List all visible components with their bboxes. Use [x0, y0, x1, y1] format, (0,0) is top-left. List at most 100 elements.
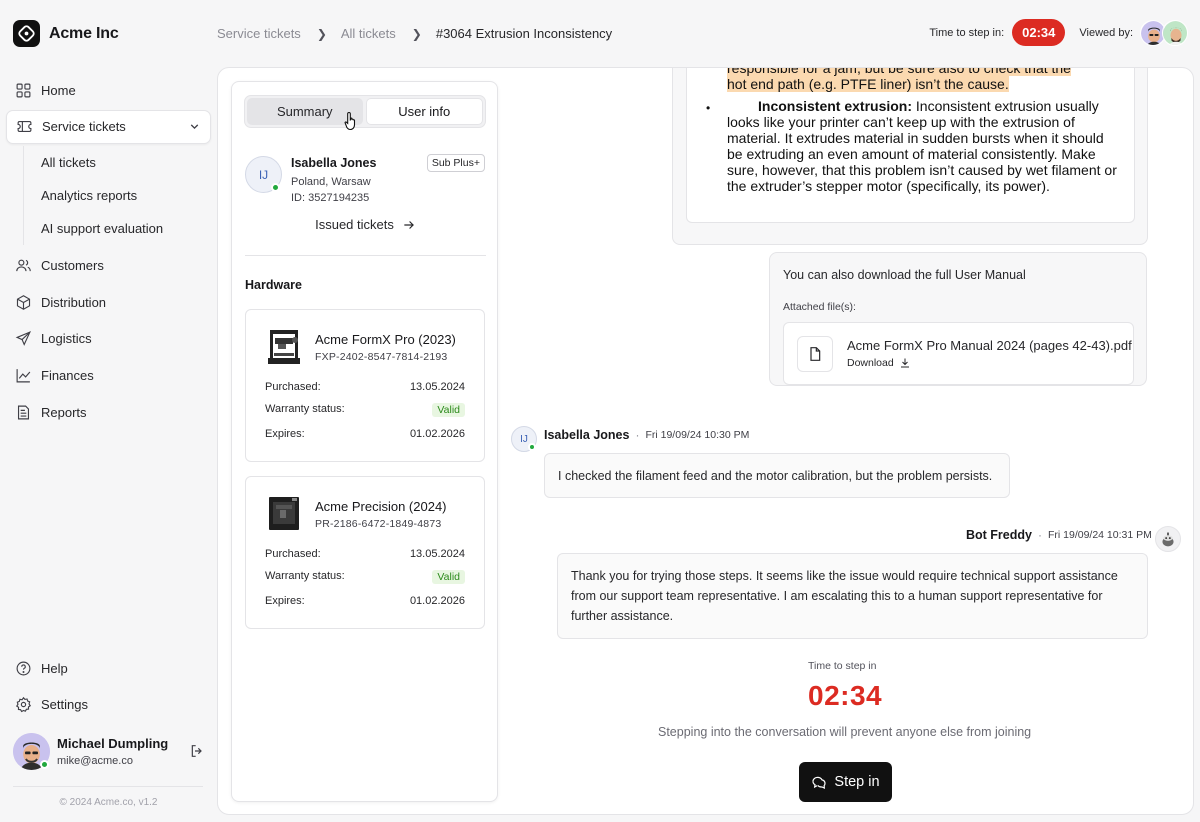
sidebar-item-reports[interactable]: Reports: [6, 395, 211, 429]
manual-excerpt: responsible for a jam, but be sure also …: [686, 68, 1135, 223]
divider: [245, 255, 486, 256]
subnav-item-all-tickets[interactable]: All tickets: [41, 146, 211, 179]
viewed-by-label: Viewed by:: [1079, 26, 1133, 39]
printer-icon: [268, 330, 300, 364]
divider: [13, 786, 203, 787]
report-icon: [17, 405, 30, 420]
sidebar-bottom-nav: Help Settings: [6, 651, 211, 724]
hardware-name: Acme Precision (2024): [315, 499, 447, 514]
step-in-label: Time to step in: [808, 660, 877, 672]
message-time: Fri 19/09/24 10:30 PM: [645, 429, 750, 441]
subnav-item-ai-support-evaluation[interactable]: AI support evaluation: [41, 212, 211, 245]
chevron-down-icon[interactable]: [188, 120, 201, 133]
bot-icon: [1162, 532, 1174, 547]
breadcrumb-service-tickets[interactable]: Service tickets: [217, 26, 301, 41]
sidebar-item-distribution[interactable]: Distribution: [6, 285, 211, 319]
sidebar-item-label: Logistics: [41, 331, 92, 347]
expires-row: Expires: 01.02.2026: [265, 428, 465, 440]
message-header: Bot Freddy · Fri 19/09/24 10:31 PM: [966, 528, 1152, 542]
header-status: Time to step in: 02:34 Viewed by:: [929, 19, 1188, 46]
bot-document-message: responsible for a jam, but be sure also …: [672, 68, 1148, 245]
bot-message: Thank you for trying those steps. It see…: [557, 553, 1148, 639]
breadcrumb-all-tickets[interactable]: All tickets: [341, 26, 396, 41]
message-text: You can also download the full User Manu…: [783, 268, 1026, 282]
bullet: •: [706, 101, 711, 115]
sidebar-item-home[interactable]: Home: [6, 73, 211, 107]
sidebar-item-service-tickets[interactable]: Service tickets: [6, 109, 211, 144]
customer-id: ID: 3527194235: [291, 192, 370, 204]
sidebar-item-label: Home: [41, 82, 76, 98]
warranty-row: Warranty status: Valid: [265, 403, 465, 417]
sidebar-item-label: Distribution: [41, 294, 107, 310]
subnav-item-analytics-reports[interactable]: Analytics reports: [41, 179, 211, 212]
file-name: Acme FormX Pro Manual 2024 (pages 42-43)…: [847, 338, 1132, 353]
arrow-right-icon: [404, 220, 414, 229]
logout-icon[interactable]: [189, 743, 205, 759]
online-status-dot: [271, 183, 280, 192]
app-name: Acme Inc: [49, 24, 119, 42]
avatar: [13, 732, 50, 770]
sidebar-item-help[interactable]: Help: [6, 651, 211, 685]
customer-message: I checked the filament feed and the moto…: [544, 453, 1010, 498]
sidebar-item-customers[interactable]: Customers: [6, 248, 211, 282]
avatar: IJ: [511, 426, 537, 452]
hardware-name: Acme FormX Pro (2023): [315, 332, 456, 347]
file-icon: [797, 336, 833, 372]
warranty-row: Warranty status: Valid: [265, 570, 465, 584]
summary-tabs: Summary User info: [244, 95, 486, 131]
online-status-dot: [528, 443, 536, 451]
step-in-button[interactable]: Step in: [799, 762, 892, 802]
chat-bubbles-icon: [812, 776, 827, 789]
hardware-card[interactable]: Acme Precision (2024) PR-2186-6472-1849-…: [245, 476, 485, 629]
issued-tickets-link[interactable]: Issued tickets: [232, 217, 499, 232]
service-tickets-subnav: All tickets Analytics reports AI support…: [23, 146, 211, 246]
customer-summary-card: Summary User info IJ Isabella Jones Pola…: [231, 81, 498, 802]
customer-name: Isabella Jones: [291, 156, 377, 170]
timer-badge: 02:34: [1012, 19, 1066, 46]
ticket-icon: [17, 121, 32, 133]
attached-files-label: Attached file(s):: [783, 301, 856, 313]
user-profile[interactable]: Michael Dumpling mike@acme.co: [13, 731, 205, 771]
hardware-serial: PR-2186-6472-1849-4873: [315, 518, 442, 530]
chevron-right-icon: ❯: [411, 26, 422, 41]
download-link[interactable]: Download: [847, 357, 911, 369]
hardware-card[interactable]: Acme FormX Pro (2023) FXP-2402-8547-7814…: [245, 309, 485, 462]
expires-row: Expires: 01.02.2026: [265, 595, 465, 607]
step-in-note: Stepping into the conversation will prev…: [658, 725, 1032, 739]
user-name: Michael Dumpling: [57, 735, 169, 751]
message-author: Isabella Jones: [544, 428, 630, 442]
sidebar-item-settings[interactable]: Settings: [6, 688, 211, 722]
purchased-row: Purchased: 13.05.2024: [265, 548, 465, 560]
sidebar-item-finances[interactable]: Finances: [6, 358, 211, 392]
purchased-row: Purchased: 13.05.2024: [265, 381, 465, 393]
send-icon: [15, 331, 31, 347]
step-in-timer: 02:34: [808, 680, 883, 711]
sidebar-item-label: Help: [41, 660, 68, 676]
chevron-right-icon: ❯: [316, 26, 327, 41]
tab-user-info[interactable]: User info: [365, 98, 483, 125]
sidebar-item-label: Finances: [41, 367, 94, 383]
gear-icon: [15, 697, 32, 713]
bot-avatar: [1155, 526, 1181, 552]
customer-location: Poland, Warsaw: [291, 176, 371, 188]
brand[interactable]: Acme Inc: [13, 20, 119, 47]
message-header: Isabella Jones · Fri 19/09/24 10:30 PM: [544, 428, 750, 442]
sidebar-item-label: Service tickets: [42, 119, 126, 135]
attachment-file[interactable]: Acme FormX Pro Manual 2024 (pages 42-43)…: [783, 322, 1134, 385]
sidebar: Acme Inc Home Service tickets All ticket…: [0, 0, 217, 822]
chart-line-icon: [16, 369, 31, 383]
acme-logo-icon: [13, 20, 40, 47]
sidebar-item-logistics[interactable]: Logistics: [6, 322, 211, 356]
hardware-title: Hardware: [245, 278, 302, 292]
status-badge: Valid: [432, 570, 465, 584]
printer-icon: [269, 497, 299, 530]
viewer-avatar[interactable]: [1162, 19, 1188, 46]
help-icon: [16, 661, 31, 675]
package-icon: [16, 294, 31, 310]
avatar: IJ: [245, 156, 282, 193]
hardware-serial: FXP-2402-8547-7814-2193: [315, 351, 448, 363]
timer-label: Time to step in:: [929, 26, 1005, 39]
breadcrumb: Service tickets ❯ All tickets ❯ #3064 Ex…: [217, 26, 612, 41]
download-icon: [900, 358, 909, 368]
version-text: © 2024 Acme.co, v1.2: [59, 797, 158, 808]
